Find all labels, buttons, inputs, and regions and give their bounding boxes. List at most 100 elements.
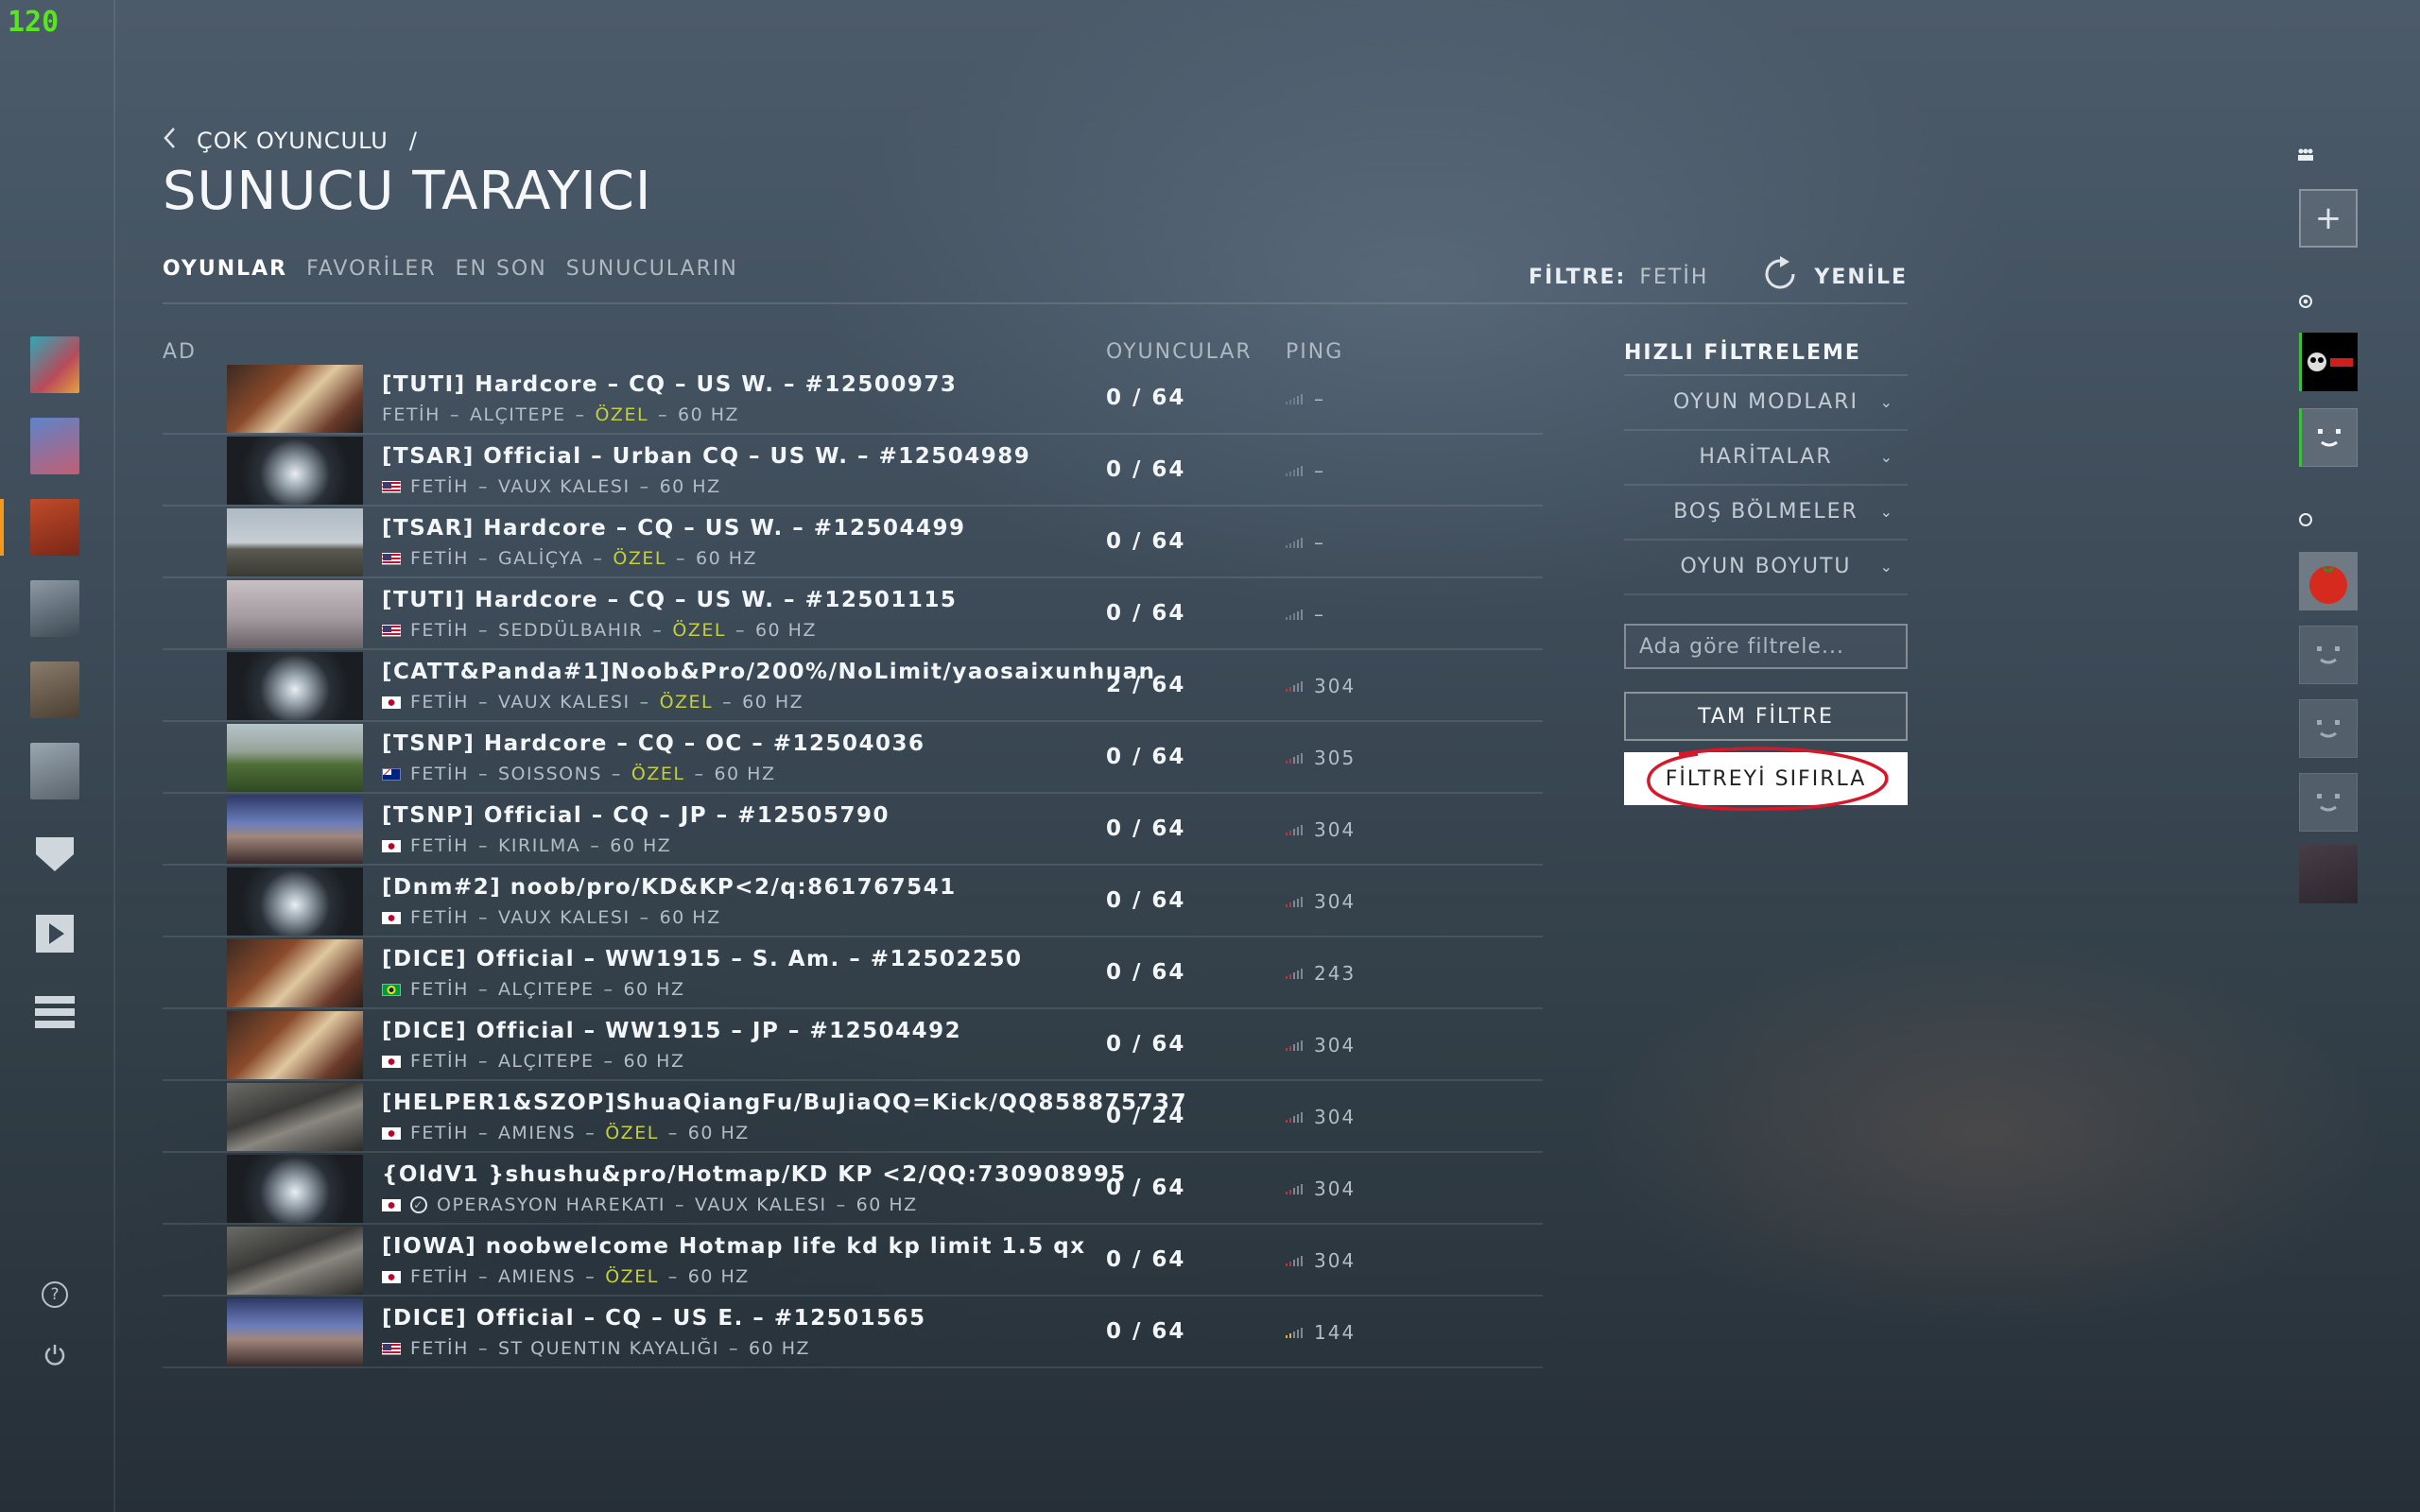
friend-avatar-7[interactable]	[2299, 845, 2358, 903]
ping-cell: 304	[1286, 1106, 1356, 1128]
ping-value: –	[1314, 603, 1325, 626]
filter-free-slots-label: BOŞ BÖLMELER	[1673, 500, 1858, 524]
server-row[interactable]: [Dnm#2] noob/pro/KD&KP<2/q:861767541 FET…	[163, 866, 1543, 937]
column-name[interactable]: AD	[163, 340, 197, 364]
full-filter-button[interactable]: TAM FİLTRE	[1624, 692, 1908, 741]
server-info: FETİH – KIRILMA – 60 HZ	[382, 835, 671, 856]
info-dash: –	[639, 476, 650, 497]
signal-icon	[1286, 896, 1303, 907]
server-row[interactable]: [TUTI] Hardcore – CQ – US W. – #12500973…	[163, 363, 1543, 435]
sidebar-soldier-1[interactable]	[30, 336, 79, 393]
sidebar-soldier-3[interactable]	[30, 499, 79, 556]
add-friend-button[interactable]: +	[2299, 189, 2358, 248]
server-row[interactable]: [DICE] Official – CQ – US E. – #12501565…	[163, 1297, 1543, 1368]
server-mode: FETİH	[410, 1051, 469, 1072]
shield-icon[interactable]	[28, 826, 81, 879]
sidebar-soldier-6[interactable]	[30, 743, 79, 799]
server-info: FETİH – GALİÇYA – ÖZEL – 60 HZ	[382, 548, 757, 569]
sidebar-soldier-2[interactable]	[30, 418, 79, 474]
server-tickrate: 60 HZ	[678, 404, 740, 425]
ping-value: –	[1314, 531, 1325, 554]
left-sidebar: ?	[0, 0, 115, 1512]
column-ping[interactable]: PING	[1286, 340, 1343, 364]
server-info: FETİH – AMIENS – ÖZEL – 60 HZ	[382, 1266, 750, 1287]
info-dash: –	[449, 404, 460, 425]
server-tickrate: 60 HZ	[610, 835, 672, 856]
friend-avatar-1[interactable]	[2299, 333, 2358, 391]
online-status-icon	[2299, 295, 2312, 308]
server-row[interactable]: [CATT&Panda#1]Noob&Pro/200%/NoLimit/yaos…	[163, 650, 1543, 722]
name-filter-field[interactable]	[1624, 624, 1908, 669]
custom-badge: ÖZEL	[613, 548, 666, 569]
column-players[interactable]: OYUNCULAR	[1106, 340, 1253, 364]
tab-favorites[interactable]: FAVORİLER	[306, 257, 436, 281]
map-thumbnail	[227, 868, 363, 936]
back-chevron-icon[interactable]	[163, 127, 176, 155]
friend-avatar-5[interactable]	[2299, 699, 2358, 758]
info-dash: –	[639, 692, 650, 713]
info-dash: –	[658, 404, 669, 425]
friend-avatar-3[interactable]	[2299, 552, 2358, 610]
flag-jp-icon	[382, 696, 401, 709]
flag-us-icon	[382, 480, 401, 493]
server-row[interactable]: [DICE] Official – WW1915 – S. Am. – #125…	[163, 937, 1543, 1009]
filter-free-slots[interactable]: BOŞ BÖLMELER ⌄	[1624, 486, 1908, 541]
tab-games[interactable]: OYUNLAR	[163, 257, 287, 281]
server-map: VAUX KALESI	[695, 1194, 827, 1215]
server-map: ST QUENTIN KAYALIĞI	[497, 1338, 719, 1359]
breadcrumb-parent[interactable]: ÇOK OYUNCULU	[197, 128, 389, 154]
play-icon[interactable]	[28, 907, 81, 960]
ping-cell: –	[1286, 603, 1325, 626]
info-dash: –	[477, 1123, 489, 1143]
tab-recent[interactable]: EN SON	[456, 257, 547, 281]
server-mode: FETİH	[410, 835, 469, 856]
reset-filter-button[interactable]: FİLTREYİ SIFIRLA	[1624, 747, 1908, 812]
info-dash: –	[611, 764, 622, 784]
name-filter-input[interactable]	[1637, 633, 1894, 660]
friend-avatar-2[interactable]	[2299, 408, 2358, 467]
right-sidebar: +	[2286, 0, 2420, 1512]
info-dash: –	[728, 1338, 739, 1359]
refresh-button[interactable]: YENİLE	[1814, 266, 1908, 289]
info-dash: –	[603, 1051, 614, 1072]
server-mode: FETİH	[410, 548, 469, 569]
filter-maps[interactable]: HARİTALAR ⌄	[1624, 431, 1908, 486]
server-row[interactable]: [TUTI] Hardcore – CQ – US W. – #12501115…	[163, 578, 1543, 650]
server-info: FETİH – ALÇITEPE – 60 HZ	[382, 979, 685, 1000]
info-dash: –	[836, 1194, 847, 1215]
ping-value: –	[1314, 459, 1325, 482]
menu-icon[interactable]	[28, 987, 81, 1040]
server-row[interactable]: {OldV1 }shushu&pro/Hotmap/KD KP <2/QQ:73…	[163, 1153, 1543, 1225]
player-count: 0 / 64	[1106, 1247, 1186, 1272]
info-dash: –	[652, 620, 664, 641]
squad-icon[interactable]	[2297, 147, 2314, 166]
header-divider	[163, 302, 1908, 304]
server-row[interactable]: [HELPER1&SZOP]ShuaQiangFu/BuJiaQQ=Kick/Q…	[163, 1081, 1543, 1153]
map-thumbnail	[227, 508, 363, 576]
filter-game-modes[interactable]: OYUN MODLARI ⌄	[1624, 376, 1908, 431]
filter-game-size[interactable]: OYUN BOYUTU ⌄	[1624, 541, 1908, 595]
refresh-icon[interactable]	[1759, 253, 1801, 301]
player-count: 0 / 64	[1106, 1032, 1186, 1057]
server-row[interactable]: [TSNP] Official – CQ – JP – #12505790 FE…	[163, 794, 1543, 866]
flag-au-icon	[382, 767, 401, 781]
server-row[interactable]: [TSNP] Hardcore – CQ – OC – #12504036 FE…	[163, 722, 1543, 794]
sidebar-soldier-4[interactable]	[30, 580, 79, 637]
filter-bar: FİLTRE: FETİH YENİLE	[1529, 253, 1908, 301]
server-row[interactable]: [DICE] Official – WW1915 – JP – #1250449…	[163, 1009, 1543, 1081]
server-row[interactable]: [TSAR] Official – Urban CQ – US W. – #12…	[163, 435, 1543, 507]
friend-avatar-6[interactable]	[2299, 773, 2358, 832]
active-indicator	[0, 499, 4, 556]
power-icon[interactable]	[28, 1329, 81, 1382]
server-tickrate: 60 HZ	[742, 692, 804, 713]
sidebar-soldier-5[interactable]	[30, 662, 79, 718]
help-icon[interactable]: ?	[42, 1281, 68, 1308]
custom-badge: ÖZEL	[595, 404, 649, 425]
friend-avatar-4[interactable]	[2299, 626, 2358, 684]
info-dash: –	[675, 1194, 686, 1215]
player-count: 0 / 64	[1106, 386, 1186, 410]
tab-your-servers[interactable]: SUNUCULARIN	[566, 257, 738, 281]
server-row[interactable]: [TSAR] Hardcore – CQ – US W. – #12504499…	[163, 507, 1543, 578]
server-row[interactable]: [IOWA] noobwelcome Hotmap life kd kp lim…	[163, 1225, 1543, 1297]
custom-badge: ÖZEL	[659, 692, 714, 713]
